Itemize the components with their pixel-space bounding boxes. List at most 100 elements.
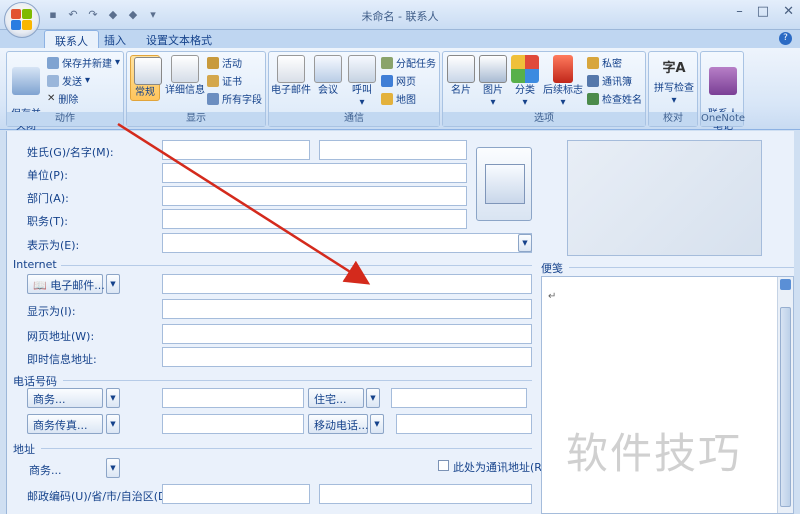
business-fax-dropdown-icon[interactable]: ▼ bbox=[106, 414, 120, 434]
business-phone-dropdown-icon[interactable]: ▼ bbox=[106, 388, 120, 408]
department-label: 部门(A): bbox=[27, 192, 69, 205]
email-dropdown-icon[interactable]: ▼ bbox=[106, 274, 120, 294]
assign-task-button[interactable]: 分配任务 bbox=[381, 55, 436, 70]
web-address-field[interactable] bbox=[162, 324, 532, 344]
home-phone-dropdown-icon[interactable]: ▼ bbox=[366, 388, 380, 408]
office-logo-icon bbox=[11, 9, 33, 31]
notes-scroll-thumb[interactable] bbox=[780, 307, 791, 507]
watermark-text: 软件技巧 bbox=[566, 429, 743, 478]
paragraph-mark: ↵ bbox=[548, 291, 557, 302]
display-as-field[interactable] bbox=[162, 299, 532, 319]
email-button-label: 电子邮件... bbox=[50, 279, 105, 292]
office-button[interactable] bbox=[4, 2, 40, 38]
last-name-field[interactable] bbox=[162, 140, 310, 160]
tab-contact[interactable]: 联系人 bbox=[44, 30, 99, 48]
business-phone-field[interactable] bbox=[162, 388, 304, 408]
business-fax-field[interactable] bbox=[162, 414, 304, 434]
notes-scroll-icon[interactable] bbox=[780, 279, 791, 290]
home-phone-button[interactable]: 住宅... bbox=[308, 388, 364, 408]
maximize-icon[interactable]: □ bbox=[757, 4, 769, 19]
province-field[interactable] bbox=[319, 484, 532, 504]
close-icon[interactable]: ✕ bbox=[783, 4, 794, 19]
certificates-label: 证书 bbox=[222, 77, 242, 88]
address-section: 地址 bbox=[13, 443, 35, 456]
activities-button[interactable]: 活动 bbox=[207, 55, 242, 70]
email-label: 电子邮件 bbox=[271, 85, 311, 96]
group-onenote: 联系人 笔记 OneNote bbox=[700, 51, 746, 132]
meeting-button[interactable]: 会议 bbox=[313, 55, 343, 97]
address-book-button[interactable]: 通讯簿 bbox=[587, 73, 632, 88]
im-address-field[interactable] bbox=[162, 347, 532, 367]
save-new-button[interactable]: 保存并新建 ▾ bbox=[47, 55, 120, 70]
minimize-icon[interactable]: – bbox=[736, 4, 743, 19]
person-icon bbox=[485, 164, 525, 204]
im-address-label: 即时信息地址: bbox=[27, 353, 97, 366]
email-button[interactable]: 电子邮件 bbox=[271, 55, 311, 97]
check-names-button[interactable]: 检查姓名 bbox=[587, 91, 642, 106]
mailing-address-checkbox[interactable] bbox=[438, 460, 449, 471]
contact-photo-button[interactable] bbox=[476, 147, 532, 221]
company-label: 单位(P): bbox=[27, 169, 68, 182]
save-new-label: 保存并新建 bbox=[62, 59, 112, 70]
address-type-dropdown-icon[interactable]: ▼ bbox=[106, 458, 120, 478]
first-name-field[interactable] bbox=[319, 140, 467, 160]
job-title-field[interactable] bbox=[162, 209, 467, 229]
address-divider bbox=[41, 448, 532, 449]
delete-icon: ✕ bbox=[47, 93, 56, 104]
call-button[interactable]: 呼叫 ▾ bbox=[347, 55, 377, 109]
all-fields-button[interactable]: 所有字段 bbox=[207, 91, 262, 106]
spelling-button[interactable]: 字A 拼写检查 ▾ bbox=[651, 55, 697, 107]
assign-task-icon bbox=[381, 56, 393, 69]
follow-up-button[interactable]: 后续标志 ▾ bbox=[543, 55, 583, 109]
group-onenote-label: OneNote bbox=[701, 112, 746, 126]
file-as-field[interactable] bbox=[162, 233, 532, 253]
group-communicate-label: 通信 bbox=[269, 112, 439, 126]
department-field[interactable] bbox=[162, 186, 467, 206]
delete-button[interactable]: ✕ 删除 bbox=[47, 91, 78, 106]
postal-code-field[interactable] bbox=[162, 484, 310, 504]
contact-form: 姓氏(G)/名字(M): 单位(P): 部门(A): 职务(T): 表示为(E)… bbox=[6, 131, 546, 514]
business-phone-button[interactable]: 商务... bbox=[27, 388, 103, 408]
send-button[interactable]: 发送 ▾ bbox=[47, 73, 90, 88]
phone-icon bbox=[348, 55, 376, 83]
certificate-icon bbox=[207, 74, 219, 87]
categorize-icon bbox=[511, 55, 539, 83]
window-controls: – □ ✕ bbox=[736, 4, 794, 19]
send-label: 发送 bbox=[62, 77, 82, 88]
book-icon: 📖 bbox=[33, 279, 51, 292]
company-field[interactable] bbox=[162, 163, 467, 183]
map-button[interactable]: 地图 bbox=[381, 91, 416, 106]
delete-label: 删除 bbox=[58, 95, 79, 106]
tab-insert[interactable]: 插入 bbox=[94, 30, 136, 48]
mobile-phone-field[interactable] bbox=[396, 414, 532, 434]
mobile-phone-button[interactable]: 移动电话... bbox=[308, 414, 369, 434]
business-card-button[interactable]: 名片 bbox=[447, 55, 475, 97]
spelling-icon: 字A bbox=[662, 61, 686, 76]
categorize-button[interactable]: 分类 ▾ bbox=[511, 55, 539, 109]
certificates-button[interactable]: 证书 bbox=[207, 73, 242, 88]
private-button[interactable]: 私密 bbox=[587, 55, 622, 70]
email-field[interactable] bbox=[162, 274, 532, 294]
web-page-button[interactable]: 网页 bbox=[381, 73, 416, 88]
group-actions: 保存并 关闭 保存并新建▾ 发送▾ ✕ 删除 动作 bbox=[6, 51, 124, 132]
file-as-dropdown-icon[interactable]: ▼ bbox=[518, 234, 532, 252]
email-book-button[interactable]: 📖 电子邮件... bbox=[27, 274, 105, 294]
tab-format-text[interactable]: 设置文本格式 bbox=[136, 30, 222, 48]
notes-scrollbar[interactable] bbox=[777, 277, 793, 513]
group-actions-label: 动作 bbox=[7, 112, 123, 126]
mobile-phone-dropdown-icon[interactable]: ▼ bbox=[370, 414, 384, 434]
notes-label: 便笺 bbox=[541, 262, 563, 275]
address-business-button[interactable]: 商务... bbox=[29, 462, 62, 478]
general-label: 常规 bbox=[135, 87, 155, 98]
help-icon[interactable]: ? bbox=[779, 32, 792, 45]
general-button[interactable]: 常规 bbox=[130, 55, 162, 101]
details-button[interactable]: 详细信息 bbox=[165, 55, 205, 97]
group-communicate: 电子邮件 会议 呼叫 ▾ 分配任务 网页 地图 通信 bbox=[268, 51, 440, 127]
home-phone-field[interactable] bbox=[391, 388, 527, 408]
business-card-label: 名片 bbox=[451, 85, 471, 96]
categorize-label: 分类 bbox=[515, 85, 535, 96]
map-icon bbox=[381, 92, 393, 105]
picture-button[interactable]: 图片 ▾ bbox=[479, 55, 507, 109]
title-bar: ▪ ↶ ↷ ◆ ◆ ▾ 未命名 - 联系人 – □ ✕ bbox=[0, 0, 800, 30]
business-fax-button[interactable]: 商务传真... bbox=[27, 414, 103, 434]
